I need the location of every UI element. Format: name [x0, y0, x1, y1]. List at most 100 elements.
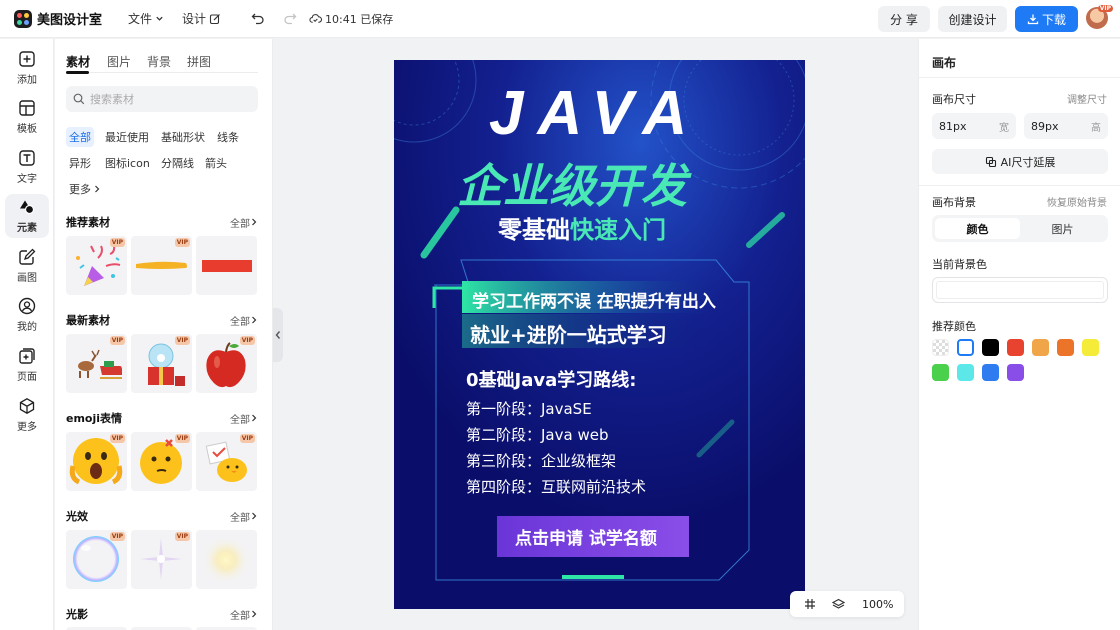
chip-basic-shapes[interactable]: 基础形状 [158, 127, 208, 147]
tab-indicator [66, 71, 89, 74]
file-menu-label: 文件 [128, 12, 153, 26]
rail-label: 添加 [17, 75, 37, 86]
rail-item-mine[interactable]: 我的 [5, 293, 49, 337]
section-all-link[interactable]: 全部 [230, 411, 258, 426]
app-logo[interactable]: 美图设计室 [14, 9, 102, 28]
create-design-button[interactable]: 创建设计 [938, 6, 1007, 32]
elements-icon [20, 200, 35, 215]
section-all-link[interactable]: 全部 [230, 313, 258, 328]
height-field[interactable]: 89px 高 [1024, 113, 1108, 139]
download-button[interactable]: 下载 [1015, 6, 1078, 32]
swatch-white[interactable] [957, 339, 974, 356]
asset-red-rectangle[interactable] [196, 236, 257, 295]
rail-item-add[interactable]: 添加 [5, 46, 49, 90]
grid-toggle[interactable] [796, 598, 824, 610]
rail-label: 画图 [17, 273, 37, 284]
section-all-link[interactable]: 全部 [230, 509, 258, 524]
all-label: 全部 [230, 316, 250, 328]
swatch-purple[interactable] [1007, 364, 1024, 381]
search-input[interactable] [90, 92, 250, 106]
chip-dividers[interactable]: 分隔线 [158, 153, 197, 173]
adjust-size-link[interactable]: 调整尺寸 [1067, 91, 1107, 106]
rail-item-text[interactable]: 文字 [5, 145, 49, 189]
swatch-blue[interactable] [982, 364, 999, 381]
poster-canvas[interactable]: JAVA 企业级开发 零基础快速入门 学习工作两不误 在职提升有出入 就业+进阶… [394, 60, 805, 609]
swatch-red[interactable] [1007, 339, 1024, 356]
chip-recent[interactable]: 最近使用 [102, 127, 152, 147]
redo-button[interactable] [283, 12, 297, 26]
asset-party-popper[interactable]: VIP [66, 236, 127, 295]
tab-backgrounds[interactable]: 背景 [147, 53, 171, 70]
design-menu[interactable]: 设计 [182, 10, 221, 27]
poster-banner-2[interactable]: 就业+进阶一站式学习 [470, 319, 667, 348]
asset-emoji-scared[interactable]: VIP [66, 432, 127, 491]
asset-sparkle[interactable]: VIP [131, 530, 192, 589]
ai-extend-label: AI尺寸延展 [1000, 155, 1056, 169]
rail-item-pages[interactable]: 页面 [5, 343, 49, 387]
poster-stage-4[interactable]: 第四阶段：互联网前沿技术 [466, 476, 646, 497]
poster-stage-2[interactable]: 第二阶段：Java web [466, 424, 608, 445]
rail-item-templates[interactable]: 模板 [5, 95, 49, 139]
tab-images[interactable]: 图片 [107, 53, 131, 70]
collapse-panel-handle[interactable] [273, 308, 283, 362]
left-rail: 添加 模板 文字 元素 画图 我的 页面 更多 [0, 39, 54, 630]
poster-route-title[interactable]: 0基础Java学习路线: [466, 366, 636, 392]
search-box[interactable] [66, 86, 258, 112]
file-menu[interactable]: 文件 [128, 10, 164, 27]
current-bg-color-field[interactable] [932, 277, 1108, 303]
poster-stage-3[interactable]: 第三阶段：企业级框架 [466, 450, 616, 471]
restore-bg-link[interactable]: 恢复原始背景 [1047, 194, 1107, 209]
swatch-green[interactable] [932, 364, 949, 381]
vip-badge: VIP [174, 532, 190, 541]
ai-extend-button[interactable]: AI尺寸延展 [932, 149, 1108, 174]
asset-snow-globe-gift[interactable]: VIP [131, 334, 192, 393]
swatch-light-orange[interactable] [1032, 339, 1049, 356]
poster-title[interactable]: JAVA [489, 78, 701, 149]
template-icon [19, 100, 35, 116]
chip-arrows[interactable]: 箭头 [202, 153, 230, 173]
chevron-right-icon [252, 218, 257, 226]
share-button[interactable]: 分 享 [878, 6, 930, 32]
vip-badge: VIP [109, 434, 125, 443]
swatch-cyan[interactable] [957, 364, 974, 381]
section-all-link[interactable]: 全部 [230, 215, 258, 230]
poster-subtitle[interactable]: 企业级开发 [457, 150, 687, 216]
chip-more[interactable]: 更多 [66, 179, 104, 199]
poster-tagline[interactable]: 零基础快速入门 [498, 210, 666, 245]
chevron-right-icon [252, 414, 257, 422]
swatch-black[interactable] [982, 339, 999, 356]
asset-glow[interactable] [196, 530, 257, 589]
poster-banner-1[interactable]: 学习工作两不误 在职提升有出入 [472, 287, 716, 312]
chip-all[interactable]: 全部 [66, 127, 94, 147]
tab-collage[interactable]: 拼图 [187, 53, 211, 70]
asset-yellow-brush[interactable]: VIP [131, 236, 192, 295]
poster-stage-1[interactable]: 第一阶段：JavaSE [466, 398, 592, 419]
asset-red-apple[interactable]: VIP [196, 334, 257, 393]
chip-irregular[interactable]: 异形 [66, 153, 94, 173]
zoom-level[interactable]: 100% [862, 598, 893, 611]
chevron-right-icon [252, 610, 257, 618]
asset-emoji-chick[interactable]: VIP [196, 432, 257, 491]
rail-item-draw[interactable]: 画图 [5, 244, 49, 288]
rail-item-more[interactable]: 更多 [5, 393, 49, 437]
undo-button[interactable] [251, 12, 265, 26]
rail-item-elements[interactable]: 元素 [5, 194, 49, 238]
asset-reindeer-sleigh[interactable]: VIP [66, 334, 127, 393]
tab-material[interactable]: 素材 [66, 53, 90, 70]
seg-image[interactable]: 图片 [1020, 218, 1105, 239]
swatch-orange[interactable] [1057, 339, 1074, 356]
chip-lines[interactable]: 线条 [214, 127, 242, 147]
avatar[interactable]: VIP [1086, 5, 1113, 29]
width-field[interactable]: 81px 宽 [932, 113, 1016, 139]
seg-color[interactable]: 颜色 [935, 218, 1020, 239]
asset-bubble[interactable]: VIP [66, 530, 127, 589]
layers-button[interactable] [824, 598, 852, 611]
swatch-yellow[interactable] [1082, 339, 1099, 356]
rail-label: 更多 [17, 422, 37, 433]
chip-icons[interactable]: 图标icon [102, 153, 153, 173]
undo-icon [251, 13, 264, 24]
poster-cta-button[interactable]: 点击申请 试学名额 [515, 524, 657, 549]
swatch-transparent[interactable] [932, 339, 949, 356]
section-all-link[interactable]: 全部 [230, 607, 258, 622]
asset-emoji-thinking[interactable]: VIP [131, 432, 192, 491]
